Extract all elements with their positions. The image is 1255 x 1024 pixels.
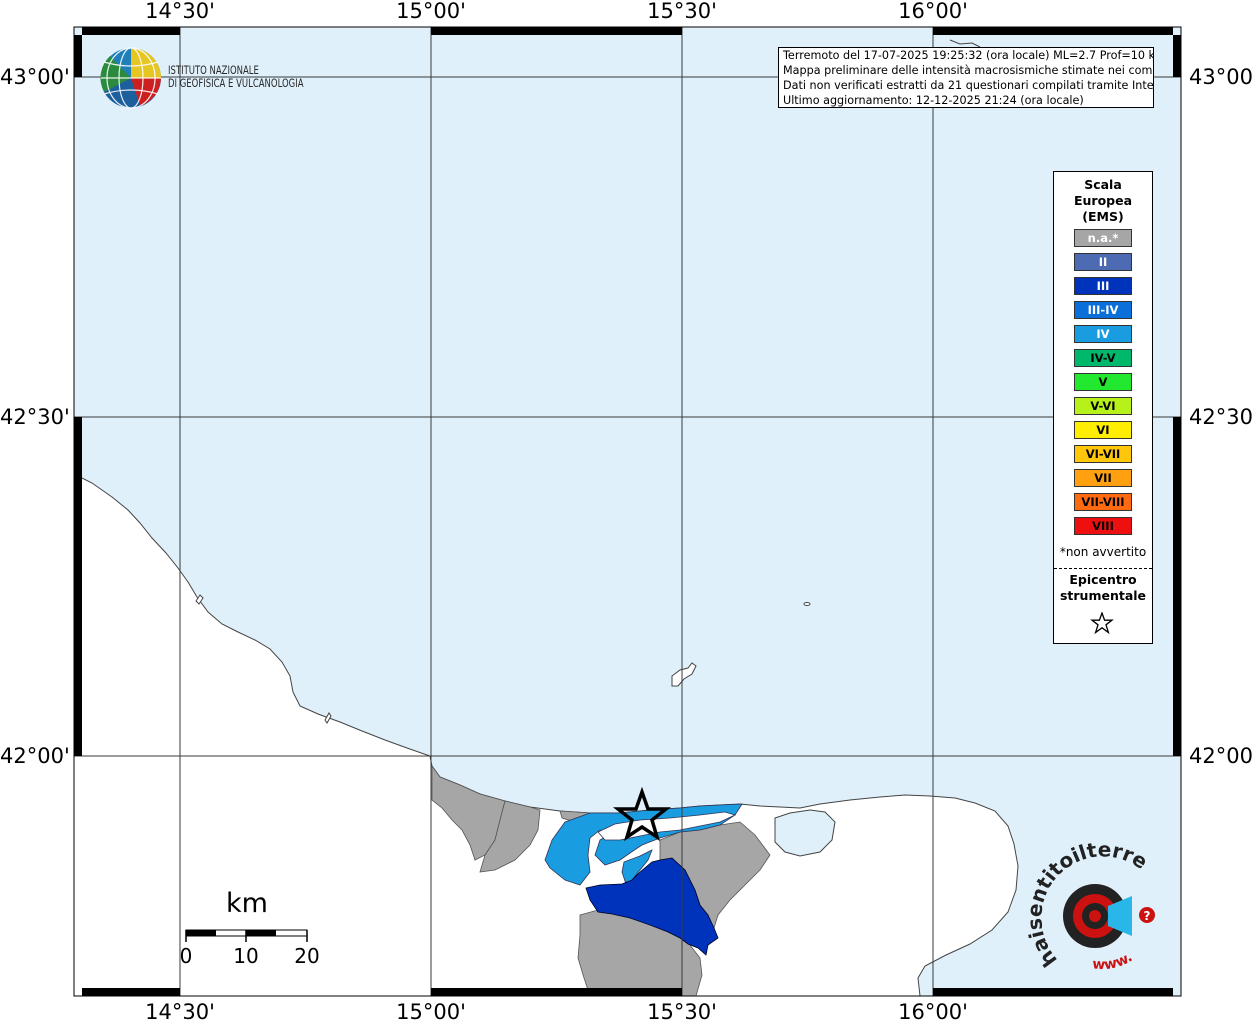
map-description: Mappa preliminare delle intensità macros…: [783, 64, 1153, 77]
legend-class-2: III: [1074, 277, 1132, 295]
legend-class-7: V-VI: [1074, 397, 1132, 415]
ingv-logo: [100, 47, 161, 109]
legend-class-6: V: [1074, 373, 1132, 391]
ems-legend: Scala Europea (EMS) n.a.* II III III-IV IV IV…: [1053, 171, 1153, 644]
lon-label-bottom: 15°00': [396, 1000, 466, 1024]
event-info-box: Terremoto del 17-07-2025 19:25:32 (ora l…: [778, 47, 1154, 108]
lon-label-top: 15°00': [396, 0, 466, 23]
lat-label-left: 43°00': [0, 65, 70, 89]
legend-class-8: VI: [1074, 421, 1132, 439]
islet: [803, 602, 811, 606]
legend-title: Scala Europea (EMS): [1054, 177, 1152, 225]
data-note: Dati non verificati estratti da 21 quest…: [783, 79, 1153, 92]
lat-label-left: 42°00': [0, 744, 70, 768]
legend-title-line: Scala: [1084, 177, 1122, 192]
last-update: Ultimo aggiornamento: 12-12-2025 21:24 (…: [783, 94, 1084, 107]
lat-label-right: 42°30': [1189, 405, 1255, 429]
lon-label-top: 15°30': [647, 0, 717, 23]
scale-tick: 20: [294, 944, 320, 968]
legend-epicenter-label: Epicentro strumentale: [1054, 572, 1152, 604]
scale-tick: 0: [179, 944, 193, 968]
legend-epicenter-line: strumentale: [1059, 588, 1147, 603]
lat-label-left: 42°30': [0, 405, 70, 429]
legend-class-5: IV-V: [1074, 349, 1132, 367]
scale-tick: 10: [233, 944, 259, 968]
legend-class-12: VIII: [1074, 517, 1132, 535]
scale-unit: km: [226, 888, 268, 919]
lon-label-bottom: 15°30': [647, 1000, 717, 1024]
legend-separator: [1054, 568, 1152, 569]
legend-class-4: IV: [1074, 325, 1132, 343]
legend-title-line: (EMS): [1082, 209, 1124, 224]
legend-epicenter-line: Epicentro: [1069, 572, 1137, 587]
lat-label-right: 43°00': [1189, 65, 1255, 89]
lon-label-top: 14°30': [145, 0, 215, 23]
legend-class-10: VII: [1074, 469, 1132, 487]
legend-class-3: III-IV: [1074, 301, 1132, 319]
event-line: Terremoto del 17-07-2025 19:25:32 (ora l…: [783, 49, 1153, 62]
legend-class-9: VI-VII: [1074, 445, 1132, 463]
lon-label-bottom: 16°00': [898, 1000, 968, 1024]
legend-class-11: VII-VIII: [1074, 493, 1132, 511]
ingv-line-2: DI GEOFISICA E VULCANOLOGIA: [168, 76, 304, 90]
legend-star-icon: [1090, 612, 1114, 634]
ingv-name: ISTITUTO NAZIONALE DI GEOFISICA E VULCAN…: [168, 64, 304, 90]
legend-title-line: Europea: [1073, 193, 1133, 208]
legend-class-0: n.a.*: [1074, 229, 1132, 247]
svg-text:?: ?: [1144, 909, 1151, 923]
legend-note: *non avvertito: [1059, 545, 1147, 559]
lon-label-bottom: 14°30': [145, 1000, 215, 1024]
lat-label-right: 42°00': [1189, 744, 1255, 768]
legend-class-1: II: [1074, 253, 1132, 271]
lon-label-top: 16°00': [898, 0, 968, 23]
